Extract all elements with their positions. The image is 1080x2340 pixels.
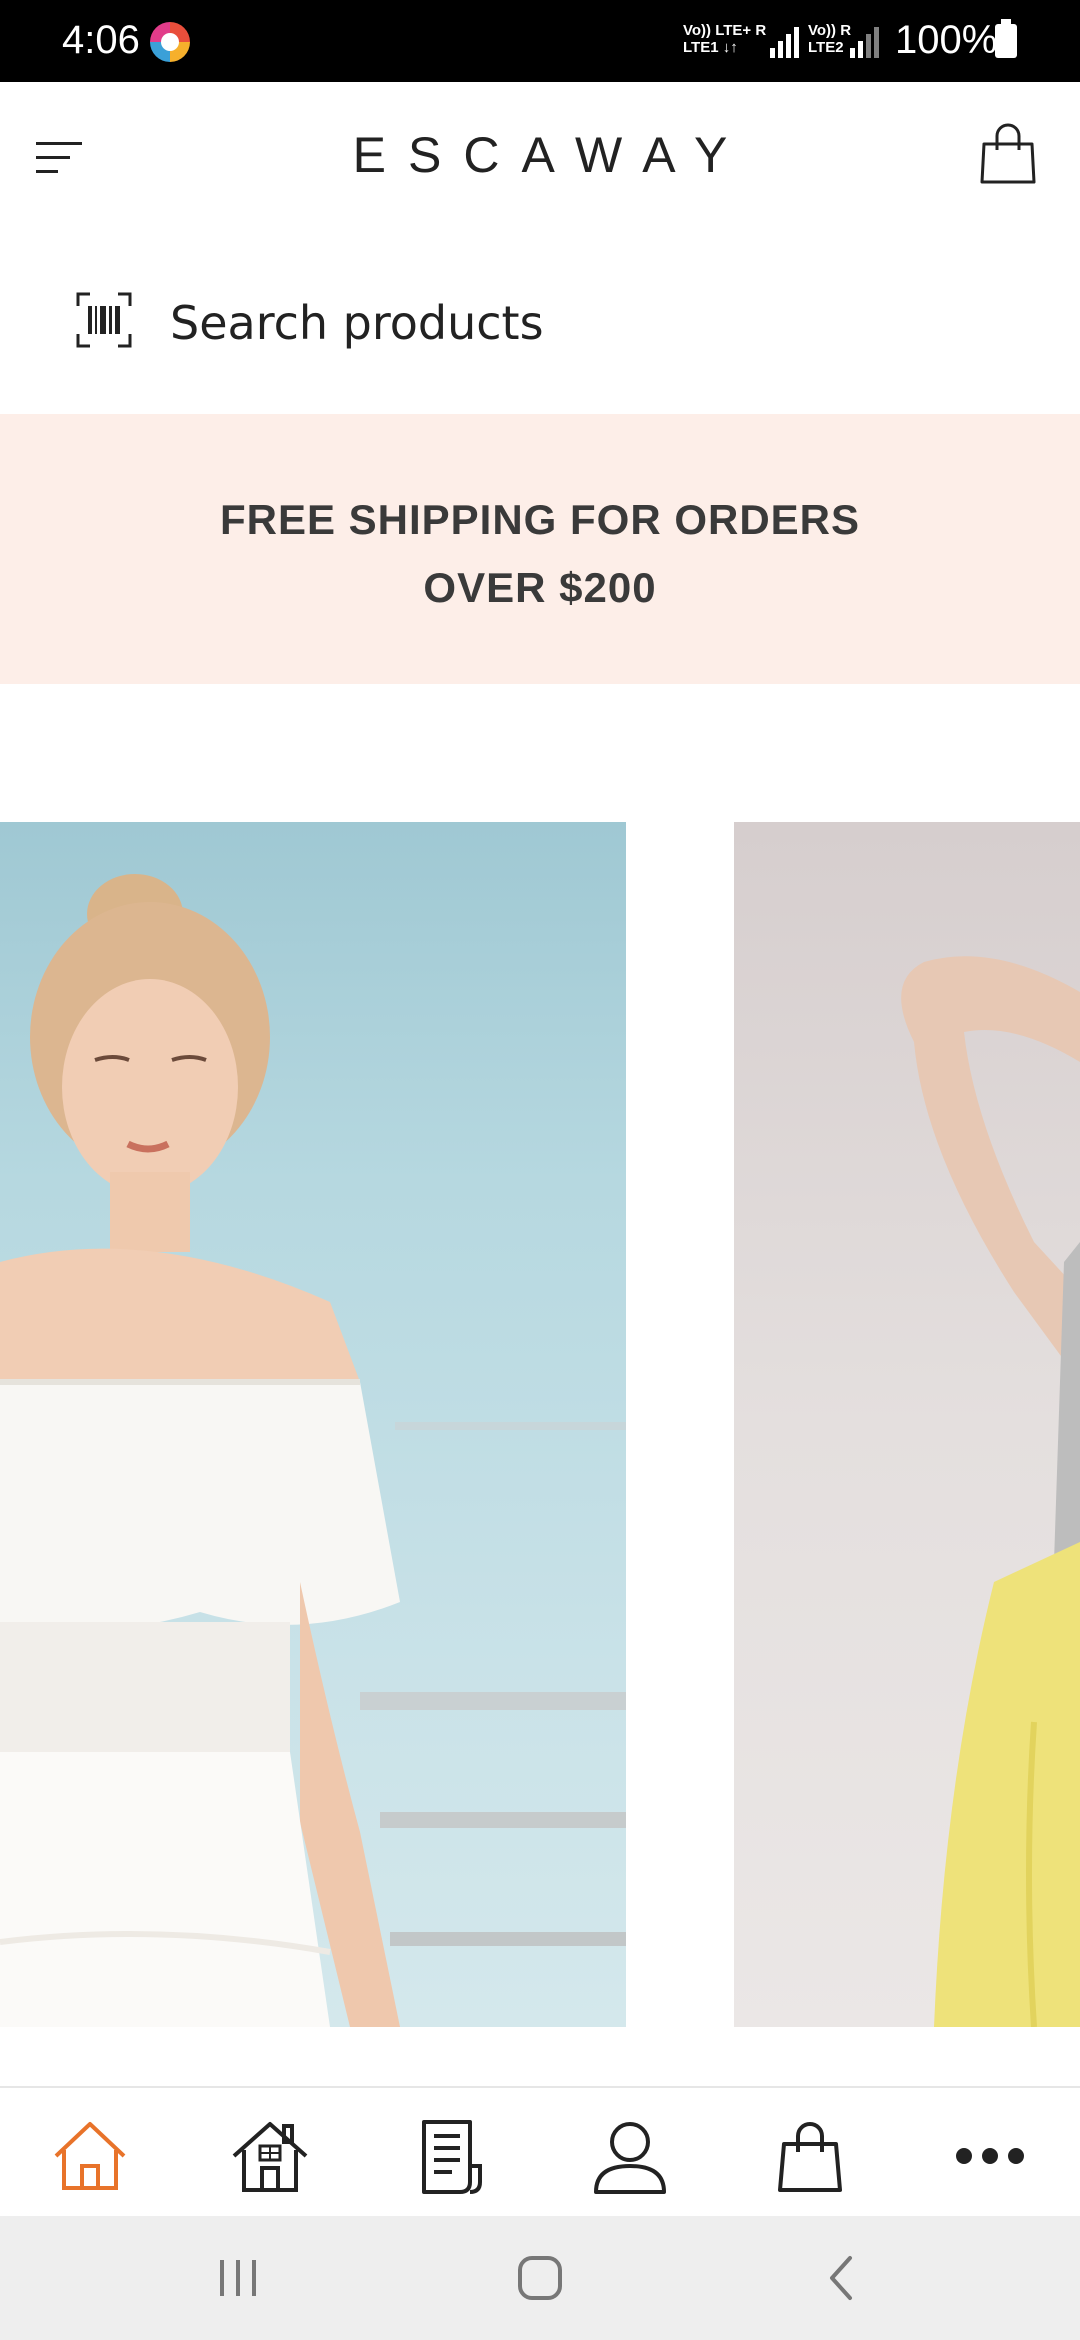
promo-text: FREE SHIPPING FOR ORDERS OVER $200 [0,486,1080,622]
model-photo-yellow-pants [901,956,1080,2027]
battery-percentage: 100% [895,18,998,62]
promo-line-1: FREE SHIPPING FOR ORDERS [219,496,861,543]
system-navigation-bar [0,2216,1080,2340]
sim2-signal-label: Vo)) R LTE2 [808,22,852,56]
status-time: 4:06 [62,18,140,62]
nav-shopping-bag-icon[interactable] [770,2116,850,2196]
carousel-slide[interactable] [734,822,1080,2027]
brand-logo[interactable]: ESCAWAY [0,126,1080,184]
nav-user-icon[interactable] [590,2116,670,2196]
signal-strength-icon [770,26,804,58]
status-bar: 4:06 Vo)) LTE+ R LTE1 ↓↑ Vo)) R LTE2 100% [0,0,1080,82]
app-notification-icon [150,22,190,62]
signal-strength-icon [850,26,884,58]
barcode-scan-icon[interactable] [76,292,132,348]
search-input[interactable] [170,288,970,358]
shopping-bag-icon[interactable] [978,122,1038,186]
home-button-icon[interactable] [508,2246,572,2310]
search-bar [0,232,1080,412]
nav-document-icon[interactable] [410,2116,490,2196]
sim1-signal-label: Vo)) LTE+ R LTE1 ↓↑ [683,22,767,56]
promo-line-2: OVER $200 [423,564,657,611]
product-carousel[interactable] [0,822,1080,2027]
battery-icon [995,19,1017,58]
model-photo-white-dress [0,874,626,2027]
nav-home-outline-icon[interactable] [50,2116,130,2196]
recent-apps-icon[interactable] [206,2246,270,2310]
nav-more-icon[interactable] [950,2116,1030,2196]
bottom-navigation [0,2086,1080,2216]
promo-banner[interactable]: FREE SHIPPING FOR ORDERS OVER $200 [0,414,1080,684]
app-header: ESCAWAY [0,82,1080,232]
nav-house-icon[interactable] [230,2116,310,2196]
back-icon[interactable] [810,2246,874,2310]
carousel-slide[interactable] [0,822,626,2027]
